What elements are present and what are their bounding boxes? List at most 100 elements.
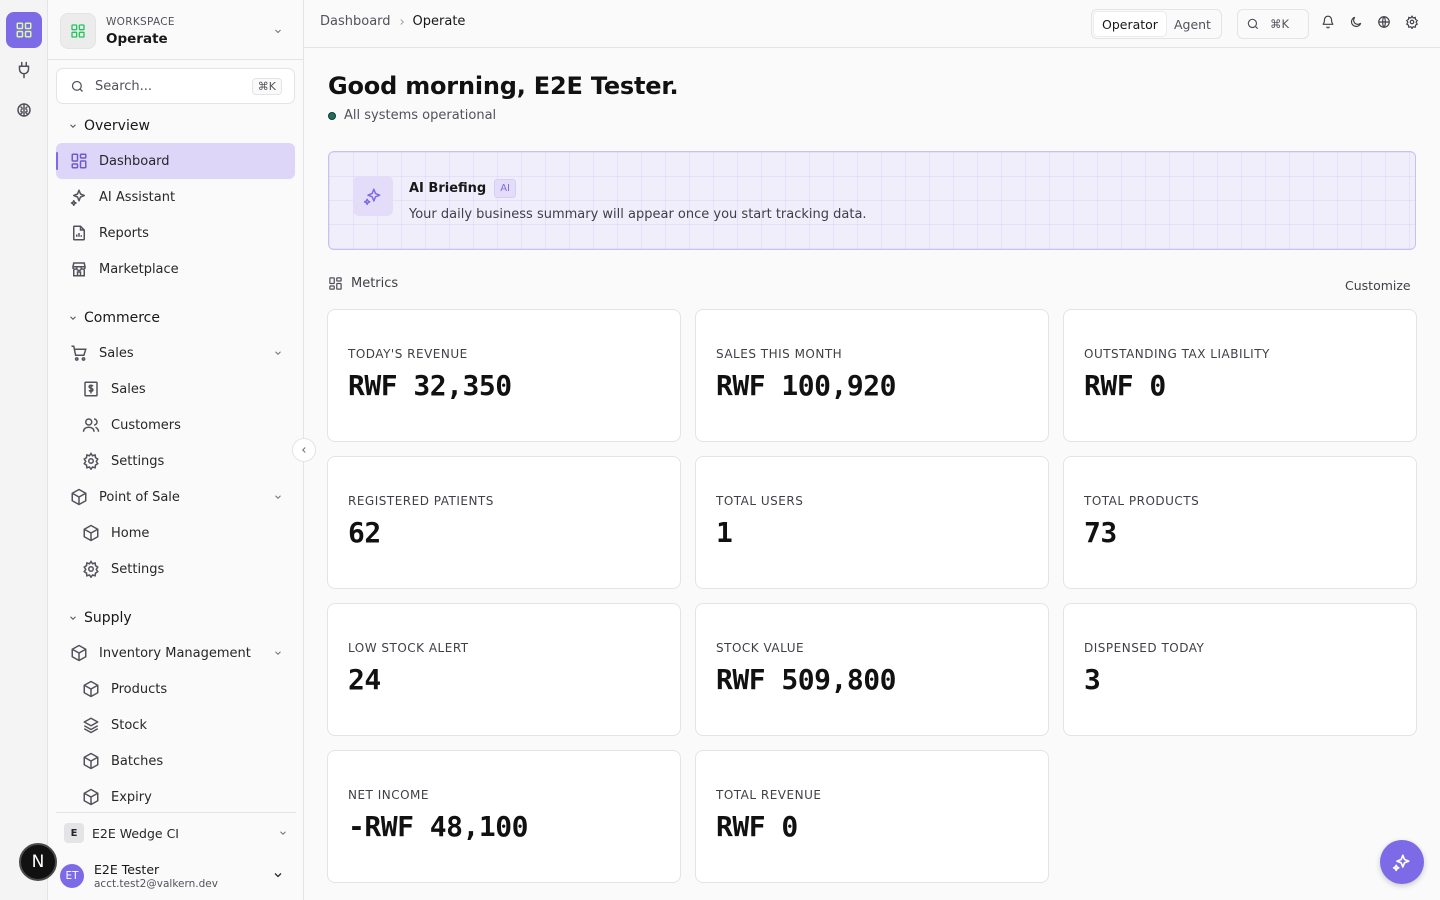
mode-operator-button[interactable]: Operator — [1094, 12, 1166, 36]
sidebar-item-point-of-sale[interactable]: Point of Sale — [56, 479, 295, 515]
metric-label: Total Products — [1084, 494, 1200, 508]
sidebar-item-pos-settings[interactable]: Settings — [56, 551, 295, 587]
sidebar-item-label: Reports — [99, 225, 149, 241]
metric-card[interactable]: Net Income -RWF 48,100 — [327, 750, 681, 883]
customize-button[interactable]: Customize — [1345, 278, 1411, 293]
sidebar-item-label: Batches — [111, 753, 164, 769]
status-text: All systems operational — [344, 108, 497, 123]
ai-badge: AI — [494, 179, 517, 198]
chevron-down-icon — [278, 828, 288, 838]
organization-switcher[interactable]: E E2E Wedge CI — [56, 818, 296, 848]
sidebar-item-sales[interactable]: Sales — [56, 371, 295, 407]
metrics-header: Metrics — [328, 276, 398, 291]
report-icon — [69, 224, 89, 242]
ai-briefing-title: AI Briefing — [409, 181, 487, 196]
group-supply[interactable]: Supply — [68, 608, 132, 628]
collapse-sidebar-button[interactable] — [292, 438, 316, 462]
sidebar-item-dashboard[interactable]: Dashboard — [56, 143, 295, 179]
metric-card[interactable]: Dispensed Today 3 — [1063, 603, 1417, 736]
user-name: E2E Tester — [94, 862, 160, 877]
sidebar-item-sales-settings[interactable]: Settings — [56, 443, 295, 479]
sidebar-item-expiry[interactable]: Expiry — [56, 779, 295, 815]
ai-briefing-card: AI Briefing AI Your daily business summa… — [328, 151, 1416, 250]
user-email: acct.test2@valkern.dev — [94, 878, 218, 890]
chevron-down-icon — [68, 121, 78, 131]
command-search-button[interactable]: ⌘K — [1237, 9, 1309, 39]
chevron-down-icon — [272, 869, 284, 881]
metric-card[interactable]: Total Products 73 — [1063, 456, 1417, 589]
bell-icon[interactable] — [1321, 15, 1335, 29]
metric-card[interactable]: Stock Value RWF 509,800 — [695, 603, 1049, 736]
ai-assistant-fab-button[interactable] — [1380, 840, 1424, 884]
gear-icon[interactable] — [1405, 15, 1419, 29]
group-commerce[interactable]: Commerce — [68, 308, 160, 328]
group-overview[interactable]: Overview — [68, 116, 150, 136]
sparkles-icon — [69, 188, 89, 206]
metric-value: RWF 509,800 — [716, 663, 896, 696]
chevron-down-icon — [68, 313, 78, 323]
chevron-updown-icon — [272, 25, 284, 37]
icon-rail — [0, 0, 48, 900]
metric-card[interactable]: Outstanding Tax Liability RWF 0 — [1063, 309, 1417, 442]
sidebar-search[interactable]: Search... ⌘K — [56, 68, 295, 104]
sidebar-item-pos-home[interactable]: Home — [56, 515, 295, 551]
chevron-down-icon — [273, 348, 283, 358]
metric-card[interactable]: Sales This Month RWF 100,920 — [695, 309, 1049, 442]
user-menu[interactable]: ET E2E Tester acct.test2@valkern.dev — [56, 856, 296, 896]
search-placeholder: Search... — [95, 78, 153, 94]
sidebar-item-label: Settings — [111, 453, 165, 469]
workspace-switcher[interactable]: WORKSPACE Operate — [56, 8, 296, 54]
command-shortcut: ⌘K — [1270, 17, 1290, 31]
globe-icon[interactable] — [1377, 15, 1391, 29]
grid-icon[interactable] — [6, 12, 42, 48]
breadcrumb-dashboard[interactable]: Dashboard — [320, 14, 391, 29]
metric-value: RWF 0 — [716, 810, 798, 843]
breadcrumb: Dashboard Operate — [320, 14, 465, 29]
cart-icon — [69, 344, 89, 362]
moon-icon[interactable] — [1349, 15, 1363, 29]
plug-icon[interactable] — [6, 52, 42, 88]
metric-label: Sales This Month — [716, 347, 843, 361]
group-label: Overview — [84, 118, 150, 134]
workspace-logo-icon — [60, 13, 96, 49]
metric-label: Low Stock Alert — [348, 641, 469, 655]
ai-briefing-text: Your daily business summary will appear … — [409, 207, 867, 222]
dashboard-icon — [328, 276, 343, 291]
metric-card[interactable]: Total Revenue RWF 0 — [695, 750, 1049, 883]
chevron-right-icon — [397, 17, 407, 27]
sidebar-item-ai-assistant[interactable]: AI Assistant — [56, 179, 295, 215]
metric-card[interactable]: Low Stock Alert 24 — [327, 603, 681, 736]
metric-label: Today's Revenue — [348, 347, 468, 361]
metric-label: Net Income — [348, 788, 429, 802]
layers-icon — [81, 716, 101, 734]
metric-label: Total Revenue — [716, 788, 822, 802]
sidebar-item-batches[interactable]: Batches — [56, 743, 295, 779]
sidebar-item-label: Products — [111, 681, 168, 697]
metric-value: 3 — [1084, 663, 1101, 696]
sidebar-item-reports[interactable]: Reports — [56, 215, 295, 251]
chevron-down-icon — [68, 613, 78, 623]
dev-badge[interactable]: N — [19, 843, 57, 881]
group-label: Supply — [84, 610, 132, 626]
metric-label: Dispensed Today — [1084, 641, 1205, 655]
users-icon — [81, 416, 101, 434]
metric-card[interactable]: Total Users 1 — [695, 456, 1049, 589]
sidebar-item-customers[interactable]: Customers — [56, 407, 295, 443]
metric-card[interactable]: Today's Revenue RWF 32,350 — [327, 309, 681, 442]
sidebar-item-marketplace[interactable]: Marketplace — [56, 251, 295, 287]
workspace-kicker: WORKSPACE — [106, 15, 175, 28]
metric-value: -RWF 48,100 — [348, 810, 528, 843]
metric-card[interactable]: Registered Patients 62 — [327, 456, 681, 589]
metrics-title: Metrics — [351, 276, 399, 291]
mode-agent-button[interactable]: Agent — [1166, 12, 1219, 36]
metric-value: RWF 0 — [1084, 369, 1166, 402]
sidebar-item-sales-parent[interactable]: Sales — [56, 335, 295, 371]
sidebar-item-stock[interactable]: Stock — [56, 707, 295, 743]
divider — [56, 812, 296, 813]
sidebar-item-products[interactable]: Products — [56, 671, 295, 707]
metric-label: Stock Value — [716, 641, 805, 655]
chevron-left-icon — [299, 445, 309, 455]
brain-icon[interactable] — [6, 92, 42, 128]
page-title: Good morning, E2E Tester. — [328, 72, 679, 100]
sidebar-item-inventory-management[interactable]: Inventory Management — [56, 635, 295, 671]
